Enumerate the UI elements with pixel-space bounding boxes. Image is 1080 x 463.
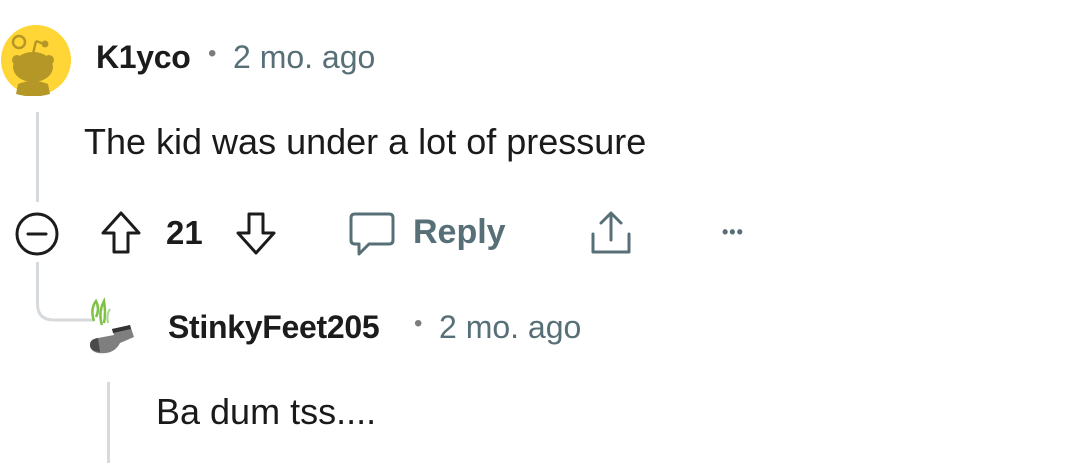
thread-line-upper	[36, 112, 39, 202]
upvote-arrow-icon[interactable]	[98, 209, 144, 257]
comment-body: The kid was under a lot of pressure	[84, 121, 647, 162]
vote-score: 21	[166, 214, 203, 251]
meta-separator: •	[414, 310, 423, 337]
comment-bubble-icon[interactable]	[347, 210, 397, 258]
comment-body: Ba dum tss....	[156, 391, 377, 432]
comment-timestamp[interactable]: 2 mo. ago	[439, 309, 581, 346]
thread-line-reply	[107, 382, 110, 463]
snoo-avatar-icon[interactable]	[0, 24, 72, 96]
downvote-arrow-icon[interactable]	[233, 209, 279, 257]
comment-timestamp[interactable]: 2 mo. ago	[233, 39, 375, 76]
sock-avatar-icon[interactable]	[84, 295, 140, 359]
meta-separator: •	[208, 40, 217, 67]
more-options-icon[interactable]: •••	[722, 222, 744, 243]
comment-author[interactable]: K1yco	[96, 39, 191, 76]
comment-author[interactable]: StinkyFeet205	[168, 309, 380, 346]
reply-button[interactable]: Reply	[413, 213, 506, 252]
collapse-minus-icon[interactable]	[14, 211, 60, 257]
share-icon[interactable]	[587, 208, 635, 258]
